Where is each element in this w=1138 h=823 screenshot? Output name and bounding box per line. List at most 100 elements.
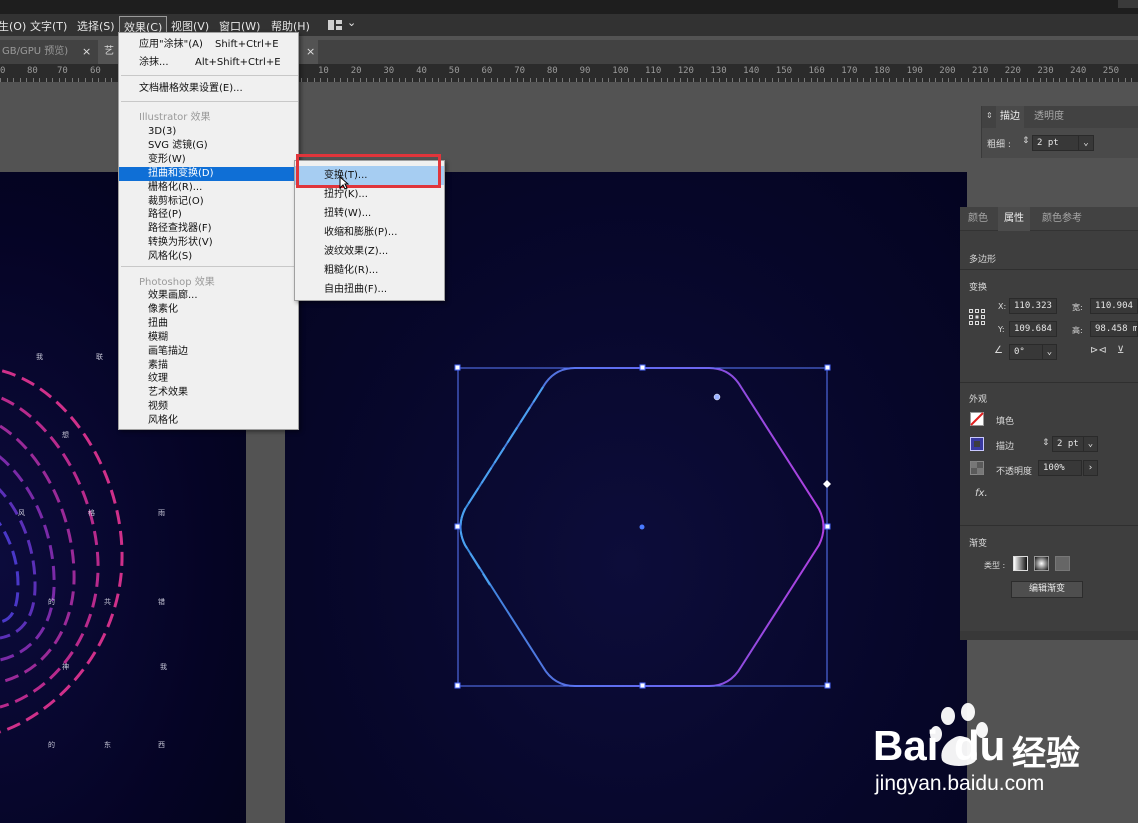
menu-object[interactable]: 生(O) xyxy=(0,18,26,34)
ruler-tick xyxy=(1027,78,1028,82)
opacity-field[interactable]: 100% xyxy=(1038,460,1082,476)
title-bar xyxy=(0,0,1138,14)
ruler-tick xyxy=(111,78,112,82)
artwork-char: 东 xyxy=(104,741,111,749)
fx-icon[interactable]: fx. xyxy=(975,488,988,499)
chevron-down-icon[interactable]: ⌄ xyxy=(347,16,356,29)
menu-item[interactable]: 画笔描边 xyxy=(119,345,298,359)
stepper-icon[interactable]: ⇕ xyxy=(1022,136,1030,146)
tab-transparency[interactable]: 透明度 xyxy=(1034,106,1064,128)
workspace-switcher-icon[interactable] xyxy=(328,20,342,30)
artwork-char: 错 xyxy=(158,598,165,606)
submenu-item[interactable]: 收缩和膨胀(P)... xyxy=(295,223,444,242)
menu-item-last-effect[interactable]: 涂抹... Alt+Shift+Ctrl+E xyxy=(119,56,298,70)
ruler-tick xyxy=(20,78,21,82)
menu-item[interactable]: 3D(3) xyxy=(119,125,298,139)
ruler-tick xyxy=(752,78,753,82)
stroke-swatch[interactable] xyxy=(970,437,984,451)
menu-item[interactable]: 转换为形状(V) xyxy=(119,236,298,250)
menu-item[interactable]: 路径查找器(F) xyxy=(119,222,298,236)
menu-item[interactable]: 扭曲和变换(D) xyxy=(119,166,298,181)
chevron-right-icon[interactable]: › xyxy=(1083,460,1098,476)
menu-item[interactable]: 艺术效果 xyxy=(119,386,298,400)
ruler-tick xyxy=(732,78,733,82)
menu-item[interactable]: 纹理 xyxy=(119,372,298,386)
ruler-tick xyxy=(425,78,426,82)
menu-item[interactable]: 素描 xyxy=(119,359,298,373)
menu-item[interactable]: 风格化(S) xyxy=(119,250,298,264)
menu-select[interactable]: 选择(S) xyxy=(77,18,115,34)
y-field[interactable]: 109.684 xyxy=(1009,321,1057,337)
ruler-tick xyxy=(876,78,877,82)
section-header-photoshop: Photoshop 效果 xyxy=(139,277,215,288)
close-icon[interactable]: × xyxy=(82,40,91,64)
linear-gradient-button[interactable] xyxy=(1013,556,1028,571)
menu-type[interactable]: 文字(T) xyxy=(30,18,67,34)
radial-gradient-button[interactable] xyxy=(1034,556,1049,571)
ruler-tick xyxy=(327,78,328,82)
panel-resize-handle[interactable] xyxy=(960,631,1138,640)
ruler-tick xyxy=(471,78,472,82)
freeform-gradient-button[interactable] xyxy=(1055,556,1070,571)
menu-item[interactable]: 栅格化(R)... xyxy=(119,181,298,195)
tab-stroke[interactable]: 描边 xyxy=(996,106,1024,128)
submenu-item[interactable]: 扭转(W)... xyxy=(295,204,444,223)
chevron-down-icon[interactable]: ⌄ xyxy=(1042,344,1057,360)
submenu-item[interactable]: 波纹效果(Z)... xyxy=(295,242,444,261)
ruler-tick xyxy=(360,78,361,82)
flip-vertical-icon[interactable]: ⊻ xyxy=(1117,345,1124,356)
fill-none-swatch[interactable] xyxy=(970,412,984,426)
ruler-tick xyxy=(523,78,524,82)
ruler-tick xyxy=(602,78,603,82)
tab-properties[interactable]: 属性 xyxy=(998,207,1030,231)
tab-label: 艺 xyxy=(104,46,114,57)
artwork-char: 风 xyxy=(18,509,25,517)
menu-item[interactable]: 扭曲 xyxy=(119,317,298,331)
chevron-down-icon[interactable]: ⌄ xyxy=(1083,436,1098,452)
ruler-tick xyxy=(589,78,590,82)
chevron-down-icon[interactable]: ⌄ xyxy=(1078,135,1094,151)
ruler-tick xyxy=(961,78,962,82)
tab-color[interactable]: 颜色 xyxy=(962,207,994,231)
ruler-tick xyxy=(831,78,832,82)
ruler-tick xyxy=(353,78,354,82)
ruler-tick xyxy=(1105,78,1106,82)
ruler-tick xyxy=(903,78,904,82)
mouse-cursor-icon xyxy=(339,176,349,190)
ruler-tick xyxy=(974,78,975,82)
menu-item[interactable]: 像素化 xyxy=(119,303,298,317)
menu-item[interactable]: SVG 滤镜(G) xyxy=(119,139,298,153)
menu-item-apply-last-effect[interactable]: 应用"涂抹"(A) Shift+Ctrl+E xyxy=(119,38,298,52)
submenu-item[interactable]: 粗糙化(R)... xyxy=(295,261,444,280)
x-field[interactable]: 110.323 xyxy=(1009,298,1057,314)
close-icon[interactable]: × xyxy=(306,40,315,64)
ruler-tick xyxy=(1040,78,1041,82)
submenu-item[interactable]: 自由扭曲(F)... xyxy=(295,280,444,299)
artwork-char: 神 xyxy=(62,663,69,671)
illustrator-window: 生(O) 文字(T) 选择(S) 效果(C) 视图(V) 窗口(W) 帮助(H)… xyxy=(0,0,1138,823)
collapse-icon[interactable]: ⇕ xyxy=(986,111,993,120)
opacity-label: 不透明度 xyxy=(996,467,1033,477)
width-field[interactable]: 110.904 xyxy=(1090,298,1138,314)
watermark-product: 经验 xyxy=(1012,735,1080,773)
tab-color-guide[interactable]: 颜色参考 xyxy=(1036,207,1088,231)
window-control[interactable] xyxy=(1118,0,1138,8)
menu-item[interactable]: 路径(P) xyxy=(119,208,298,222)
menu-item[interactable]: 视频 xyxy=(119,400,298,414)
menu-item[interactable]: 风格化 xyxy=(119,414,298,428)
flip-horizontal-icon[interactable]: ⊳⊲ xyxy=(1090,345,1107,356)
menu-item[interactable]: 模糊 xyxy=(119,331,298,345)
menu-item[interactable]: 裁剪标记(O) xyxy=(119,195,298,209)
menu-item[interactable]: 变形(W) xyxy=(119,153,298,167)
ruler-tick xyxy=(7,78,8,82)
ruler-label: 60 xyxy=(90,66,101,76)
menu-item[interactable]: 效果画廊... xyxy=(119,289,298,303)
ruler-label: 130 xyxy=(710,66,727,76)
ruler-label: 80 xyxy=(27,66,38,76)
height-field[interactable]: 98.458 m xyxy=(1090,321,1138,337)
stepper-icon[interactable]: ⇕ xyxy=(1042,438,1050,448)
menu-item-document-raster-settings[interactable]: 文档栅格效果设置(E)... xyxy=(119,82,298,96)
edit-gradient-button[interactable]: 编辑渐变 xyxy=(1011,581,1083,598)
ruler-tick xyxy=(399,78,400,82)
reference-point-icon[interactable] xyxy=(969,309,985,325)
